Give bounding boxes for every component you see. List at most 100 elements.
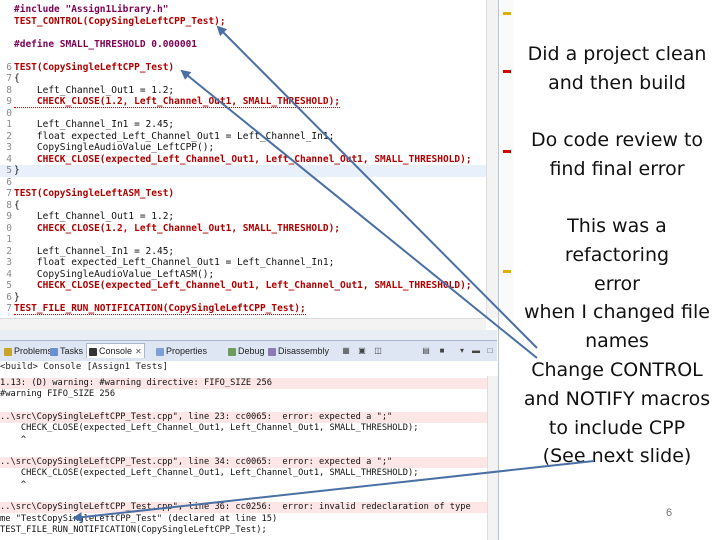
code-text: Left_Channel_Out1 = 1.2; — [14, 84, 175, 96]
clear-console-icon[interactable]: ▦ — [340, 345, 352, 357]
code-line[interactable]: #include "Assign1Library.h" — [0, 4, 497, 16]
panel-divider[interactable] — [0, 330, 497, 340]
slide-notes: Did a project clean and then build Do code… — [514, 0, 720, 540]
console-line[interactable] — [0, 491, 487, 502]
console-line[interactable]: CHECK_CLOSE(expected_Left_Channel_Out1, … — [0, 423, 487, 434]
disassembly-icon — [268, 347, 276, 356]
open-console-icon[interactable]: ▤ — [420, 345, 432, 357]
slide-note: This was a refactoring error when I changed… — [514, 212, 720, 471]
console-line[interactable]: TEST_FILE_RUN_NOTIFICATION(CopySingleLef… — [0, 525, 487, 536]
code-line[interactable]: 1 — [0, 234, 497, 246]
console-line[interactable]: ..\src\CopySingleLeftCPP_Test.cpp", line… — [0, 457, 487, 469]
code-line[interactable]: 4 CHECK_CLOSE(expected_Left_Channel_Out1… — [0, 153, 497, 166]
code-line[interactable]: 2 Left_Channel_In1 = 2.45; — [0, 246, 497, 258]
console-line[interactable] — [0, 401, 487, 412]
line-number: 6 — [6, 176, 12, 188]
code-text: CopySingleAudioValue_LeftCPP(); — [14, 142, 215, 153]
tab-problems[interactable]: Problems — [2, 344, 54, 358]
code-line[interactable]: TEST_CONTROL(CopySingleLeftCPP_Test); — [0, 16, 497, 28]
code-line[interactable]: 3 float expected_Left_Channel_Out1 = Lef… — [0, 257, 497, 269]
line-number: 5 — [6, 165, 12, 176]
note-line: names — [585, 330, 649, 353]
console-line[interactable]: CHECK_CLOSE(expected_Left_Channel_Out1, … — [0, 468, 487, 479]
code-line[interactable]: 6 — [0, 177, 497, 189]
line-number: 0 — [6, 107, 12, 119]
slide-note: Do code review to find final error — [514, 126, 720, 184]
console-line[interactable]: ^ — [0, 480, 487, 491]
maximize-icon[interactable]: □ — [484, 345, 496, 357]
code-line[interactable]: 4 CopySingleAudioValue_LeftASM(); — [0, 269, 497, 281]
code-text: } — [14, 291, 20, 303]
line-number: 7 — [6, 303, 12, 314]
console-line[interactable]: 1.13: (D) warning: #warning directive: F… — [0, 378, 487, 389]
ruler-warning-mark[interactable] — [503, 270, 511, 273]
line-number: 4 — [6, 268, 12, 280]
code-line[interactable]: 7 TEST_FILE_RUN_NOTIFICATION(CopySingleLe… — [0, 303, 497, 315]
code-line[interactable]: 1 Left_Channel_In1 = 2.45; — [0, 119, 497, 131]
ide-window: #include "Assign1Library.h" TEST_CONTROL(… — [0, 0, 499, 540]
code-line[interactable]: 5} — [0, 165, 497, 177]
console-icon — [89, 347, 97, 356]
minimize-icon[interactable]: ▬ — [470, 345, 482, 357]
note-line: (See next slide) — [542, 445, 692, 468]
editor-vertical-scrollbar[interactable] — [486, 0, 498, 318]
note-line: refactoring — [564, 243, 670, 266]
close-icon[interactable]: ✕ — [135, 347, 142, 356]
code-line[interactable]: 8 Left_Channel_Out1 = 1.2; — [0, 85, 497, 97]
note-line: This was a — [567, 215, 667, 237]
line-number: 1 — [6, 119, 12, 130]
code-line[interactable]: 9 Left_Channel_Out1 = 1.2; — [0, 211, 497, 223]
ruler-error-mark[interactable] — [503, 70, 511, 73]
ruler-warning-mark[interactable] — [503, 12, 511, 15]
code-editor[interactable]: #include "Assign1Library.h" TEST_CONTROL(… — [0, 0, 497, 338]
debug-icon — [228, 347, 236, 356]
tab-properties[interactable]: Properties — [154, 344, 209, 358]
scroll-lock-icon[interactable]: ▣ — [356, 345, 368, 357]
editor-horizontal-scrollbar[interactable] — [0, 318, 486, 330]
code-line[interactable]: 2 float expected_Left_Channel_Out1 = Lef… — [0, 131, 497, 143]
line-number: 6 — [6, 61, 12, 73]
line-number: 2 — [6, 245, 12, 257]
code-text: float expected_Left_Channel_Out1 = Left_… — [14, 257, 335, 268]
code-line[interactable]: 0 CHECK_CLOSE(1.2, Left_Channel_Out1, SM… — [0, 223, 497, 235]
code-line[interactable]: 9 CHECK_CLOSE(1.2, Left_Channel_Out1, SM… — [0, 96, 497, 108]
console-line[interactable]: ^ — [0, 435, 487, 446]
console-line[interactable]: ..\src\CopySingleLeftCPP_Test.cpp", line… — [0, 502, 487, 514]
console-output[interactable]: 1.13: (D) warning: #warning directive: F… — [0, 376, 487, 540]
code-text: } — [14, 165, 20, 176]
note-line: Did a project clean — [527, 43, 707, 65]
code-line[interactable]: 7 TEST(CopySingleLeftASM_Test) — [0, 188, 497, 200]
slide-note: Did a project clean and then build — [514, 40, 720, 98]
code-line[interactable]: 0 — [0, 108, 497, 120]
code-line[interactable]: 6 TEST(CopySingleLeftCPP_Test) — [0, 62, 497, 74]
line-number: 1 — [6, 234, 12, 245]
tab-tasks[interactable]: Tasks — [48, 344, 85, 358]
view-menu-icon[interactable]: ▾ — [456, 345, 468, 357]
console-line[interactable] — [0, 446, 487, 457]
tab-disassembly[interactable]: Disassembly — [266, 344, 331, 358]
view-tab-bar: ▦ ▣ ◫ ▤ ■ ▾ ▬ □ Problems Tasks Console ✕ Pro… — [0, 340, 497, 362]
code-line[interactable] — [0, 27, 497, 39]
display-console-icon[interactable]: ■ — [436, 345, 448, 357]
console-vertical-scrollbar[interactable] — [487, 376, 498, 540]
console-line[interactable]: me "TestCopySingleLeftCPP_Test" (declare… — [0, 514, 487, 525]
code-line[interactable]: 7{ — [0, 73, 497, 85]
code-line[interactable] — [0, 50, 497, 62]
code-line[interactable]: #define SMALL_THRESHOLD 0.000001 — [0, 39, 497, 51]
console-title: <build> Console [Assign1 Tests] — [0, 361, 497, 373]
code-line[interactable]: 8{ — [0, 200, 497, 212]
code-text: Left_Channel_Out1 = 1.2; — [14, 211, 175, 222]
line-number: 3 — [6, 257, 12, 268]
code-line[interactable]: 6} — [0, 292, 497, 304]
ruler-error-mark[interactable] — [503, 150, 511, 153]
code-line[interactable]: 5 CHECK_CLOSE(expected_Left_Channel_Out1… — [0, 280, 497, 292]
code-line[interactable]: 3 CopySingleAudioValue_LeftCPP(); — [0, 142, 497, 154]
console-line[interactable]: ..\src\CopySingleLeftCPP_Test.cpp", line… — [0, 411, 487, 423]
code-text: CHECK_CLOSE(expected_Left_Channel_Out1, … — [14, 153, 472, 166]
pin-console-icon[interactable]: ◫ — [372, 345, 384, 357]
tab-debug[interactable]: Debug — [226, 344, 267, 358]
console-line[interactable]: #warning FIFO_SIZE 256 — [0, 389, 487, 400]
tab-console[interactable]: Console ✕ — [86, 343, 145, 358]
note-line: Change CONTROL — [531, 358, 703, 381]
code-text: CHECK_CLOSE(1.2, Left_Channel_Out1, SMAL… — [14, 96, 341, 108]
